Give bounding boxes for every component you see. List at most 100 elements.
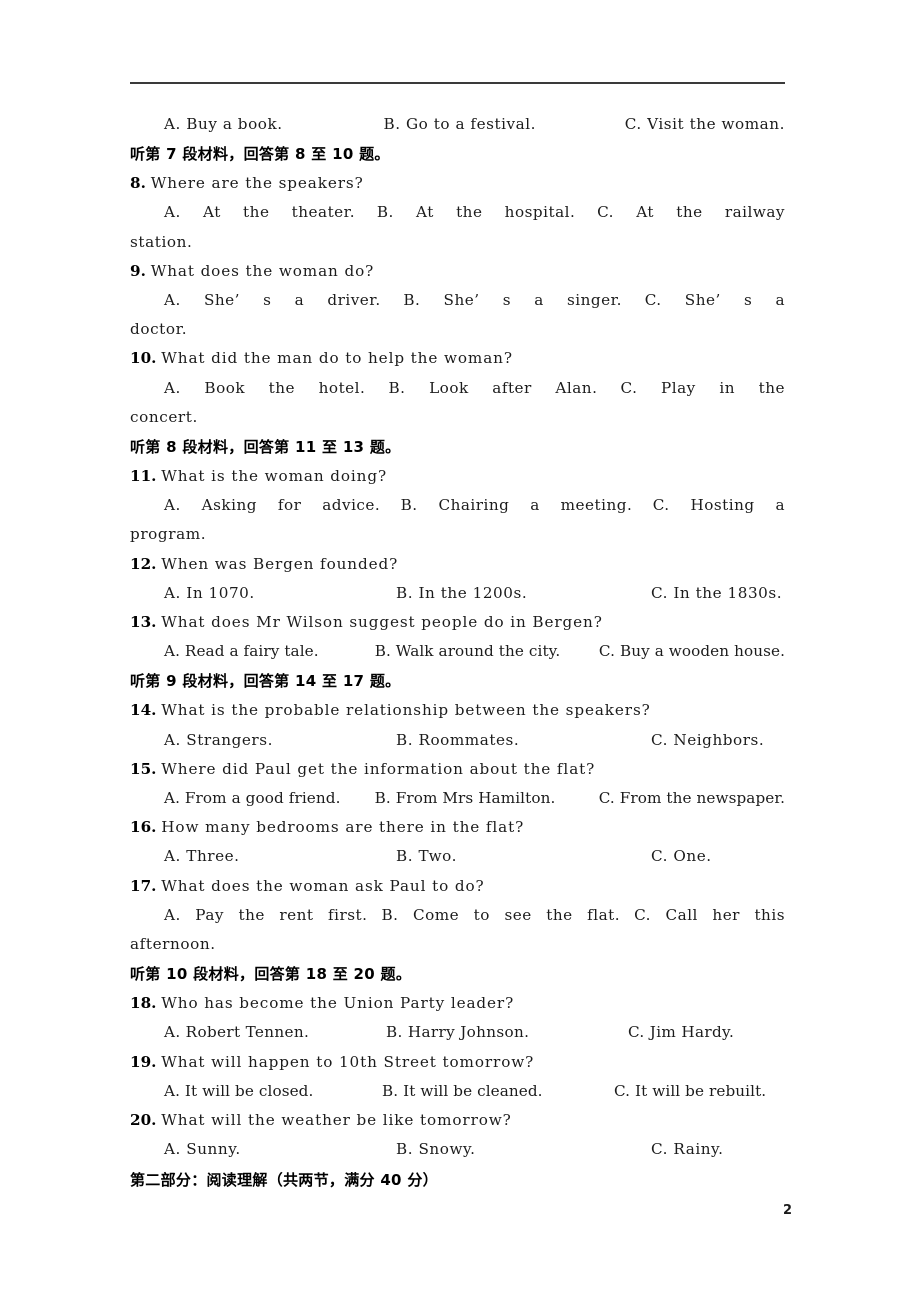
option-b[interactable]: B. Walk around the city.: [375, 637, 599, 666]
question-9-options-wrap: doctor.: [130, 320, 188, 339]
question-text: When was Bergen founded?: [161, 554, 399, 573]
question-8-options-wrap: station.: [130, 232, 193, 251]
option-c[interactable]: C. Play in the: [621, 379, 785, 397]
question-number: 13.: [130, 613, 157, 632]
option-c[interactable]: C. Call her this: [634, 906, 785, 924]
question-text: What does the woman ask Paul to do?: [161, 876, 485, 895]
option-c[interactable]: C. One.: [651, 842, 785, 871]
question-number: 18.: [130, 994, 157, 1013]
question-10-options-wrap: concert.: [130, 407, 198, 426]
question-number: 8.: [130, 174, 146, 193]
question-15-options: A. From a good friend. B. From Mrs Hamilt…: [130, 784, 785, 813]
question-number: 12.: [130, 554, 157, 573]
question-8-options: A. At the theater. B. At the hospital. C…: [130, 198, 785, 227]
option-b[interactable]: B. Two.: [396, 842, 651, 871]
question-10: 10. What did the man do to help the woma…: [130, 344, 785, 373]
option-b[interactable]: B. At the hospital.: [377, 203, 576, 221]
option-b[interactable]: B. Look after Alan.: [388, 379, 597, 397]
listening-section-9-heading: 听第 9 段材料，回答第 14 至 17 题。: [130, 672, 401, 691]
question-text: Where did Paul get the information about…: [161, 759, 596, 778]
question-17: 17. What does the woman ask Paul to do?: [130, 872, 785, 901]
option-a[interactable]: A. Book the hotel.: [130, 379, 365, 397]
option-c[interactable]: C. Hosting a: [653, 496, 785, 514]
question-text: How many bedrooms are there in the flat?: [161, 818, 525, 837]
listening-section-10-heading: 听第 10 段材料，回答第 18 至 20 题。: [130, 965, 412, 984]
question-20: 20. What will the weather be like tomorr…: [130, 1106, 785, 1135]
question-11-options: A. Asking for advice. B. Chairing a meet…: [130, 491, 785, 520]
option-a[interactable]: A. Read a fairy tale.: [164, 637, 375, 666]
question-16-options: A. Three. B. Two. C. One.: [130, 842, 785, 871]
option-a[interactable]: A. In 1070.: [164, 579, 396, 608]
question-14-options: A. Strangers. B. Roommates. C. Neighbors.: [130, 726, 785, 755]
exam-page: A. Buy a book. B. Go to a festival. C. Vis…: [0, 0, 920, 1302]
question-11: 11. What is the woman doing?: [130, 462, 785, 491]
option-a[interactable]: A. Pay the rent first.: [130, 906, 368, 924]
question-number: 19.: [130, 1052, 157, 1071]
option-b[interactable]: B. Go to a festival.: [384, 110, 625, 139]
question-11-options-wrap: program.: [130, 525, 207, 544]
option-c[interactable]: C. Jim Hardy.: [628, 1018, 785, 1047]
question-8: 8. Where are the speakers?: [130, 169, 785, 198]
option-a[interactable]: A. At the theater.: [130, 203, 355, 221]
question-number: 11.: [130, 467, 157, 486]
part-two-heading: 第二部分：阅读理解（共两节，满分 40 分）: [130, 1170, 438, 1189]
question-text: What does the woman do?: [150, 261, 375, 280]
header-divider-rule: [130, 82, 785, 84]
option-a[interactable]: A. She’ s a driver.: [130, 291, 381, 309]
question-13-options: A. Read a fairy tale. B. Walk around the …: [130, 637, 785, 666]
option-a[interactable]: A. Sunny.: [164, 1135, 396, 1164]
exam-content: A. Buy a book. B. Go to a festival. C. Vis…: [130, 110, 785, 1195]
question-number: 9.: [130, 261, 146, 280]
option-c[interactable]: C. Visit the woman.: [625, 110, 785, 139]
question-number: 14.: [130, 701, 157, 720]
option-a[interactable]: A. Three.: [164, 842, 396, 871]
question-17-options: A. Pay the rent first. B. Come to see th…: [130, 901, 785, 930]
question-14: 14. What is the probable relationship be…: [130, 696, 785, 725]
question-text: What will happen to 10th Street tomorrow…: [161, 1052, 535, 1071]
question-7-options: A. Buy a book. B. Go to a festival. C. Vis…: [130, 110, 785, 139]
option-c[interactable]: C. She’ s a: [645, 291, 785, 309]
question-17-options-wrap: afternoon.: [130, 935, 216, 954]
listening-section-7-heading: 听第 7 段材料，回答第 8 至 10 题。: [130, 145, 390, 164]
option-a[interactable]: A. Asking for advice.: [130, 496, 380, 514]
question-text: Who has become the Union Party leader?: [161, 994, 515, 1013]
option-a[interactable]: A. Buy a book.: [164, 110, 384, 139]
question-16: 16. How many bedrooms are there in the f…: [130, 813, 785, 842]
option-b[interactable]: B. Snowy.: [396, 1135, 651, 1164]
question-18: 18. Who has become the Union Party leade…: [130, 989, 785, 1018]
listening-section-8-heading: 听第 8 段材料，回答第 11 至 13 题。: [130, 438, 401, 457]
option-b[interactable]: B. In the 1200s.: [396, 579, 651, 608]
option-a[interactable]: A. From a good friend.: [164, 784, 375, 813]
option-b[interactable]: B. Harry Johnson.: [386, 1018, 628, 1047]
option-a[interactable]: A. It will be closed.: [164, 1077, 382, 1106]
option-a[interactable]: A. Strangers.: [164, 726, 396, 755]
option-c[interactable]: C. It will be rebuilt.: [614, 1077, 785, 1106]
question-text: What did the man do to help the woman?: [161, 349, 513, 368]
question-text: What is the woman doing?: [161, 467, 387, 486]
option-b[interactable]: B. From Mrs Hamilton.: [375, 784, 599, 813]
question-13: 13. What does Mr Wilson suggest people d…: [130, 608, 785, 637]
option-b[interactable]: B. It will be cleaned.: [382, 1077, 614, 1106]
question-number: 17.: [130, 876, 157, 895]
option-b[interactable]: B. Chairing a meeting.: [401, 496, 633, 514]
question-text: What is the probable relationship betwee…: [161, 701, 651, 720]
question-number: 15.: [130, 759, 157, 778]
option-b[interactable]: B. Roommates.: [396, 726, 651, 755]
option-c[interactable]: C. In the 1830s.: [651, 579, 785, 608]
question-text: Where are the speakers?: [150, 174, 364, 193]
question-text: What will the weather be like tomorrow?: [161, 1111, 512, 1130]
question-number: 16.: [130, 818, 157, 837]
option-b[interactable]: B. Come to see the flat.: [382, 906, 621, 924]
option-c[interactable]: C. From the newspaper.: [599, 784, 785, 813]
question-20-options: A. Sunny. B. Snowy. C. Rainy.: [130, 1135, 785, 1164]
question-text: What does Mr Wilson suggest people do in…: [161, 613, 603, 632]
option-b[interactable]: B. She’ s a singer.: [403, 291, 622, 309]
option-c[interactable]: C. Rainy.: [651, 1135, 785, 1164]
option-c[interactable]: C. Buy a wooden house.: [599, 637, 785, 666]
question-12: 12. When was Bergen founded?: [130, 550, 785, 579]
option-c[interactable]: C. Neighbors.: [651, 726, 785, 755]
question-18-options: A. Robert Tennen. B. Harry Johnson. C. Jim…: [130, 1018, 785, 1047]
option-a[interactable]: A. Robert Tennen.: [164, 1018, 386, 1047]
option-c[interactable]: C. At the railway: [597, 203, 785, 221]
question-19: 19. What will happen to 10th Street tomo…: [130, 1048, 785, 1077]
